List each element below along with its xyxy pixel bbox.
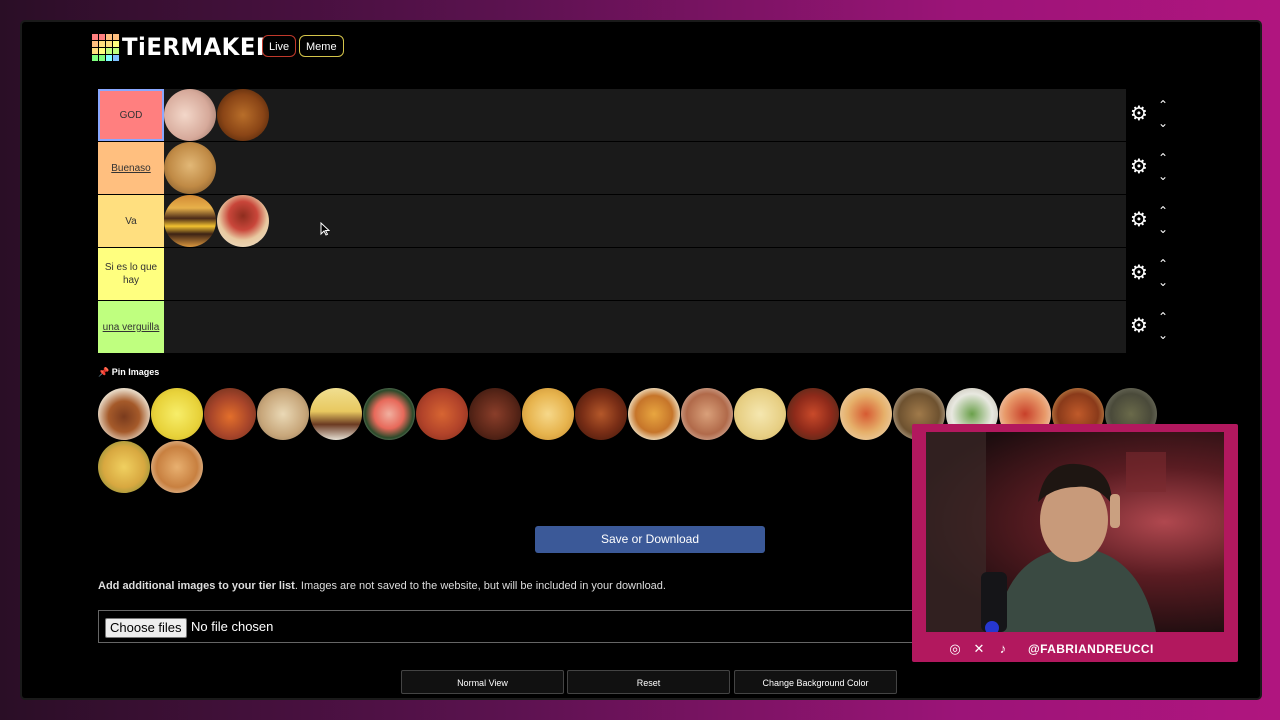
food-item[interactable]	[840, 388, 892, 440]
tier-items-va[interactable]	[164, 195, 270, 247]
chevron-up-icon[interactable]: ⌃	[1158, 311, 1168, 323]
tier-row-god: GOD	[98, 89, 1126, 142]
tier-controls: ⚙ ⌃ ⌄	[1128, 195, 1178, 248]
tier-list: GOD Buenaso Va Si es lo que hay una verg…	[98, 89, 1126, 354]
tier-controls: ⚙ ⌃ ⌄	[1128, 248, 1178, 301]
chevron-down-icon[interactable]: ⌄	[1158, 223, 1168, 235]
streamer-handle: @FABRIANDREUCCI	[1028, 642, 1154, 656]
tier-label-text: Buenaso	[111, 162, 151, 174]
change-background-color-button[interactable]: Change Background Color	[734, 670, 897, 694]
food-item[interactable]	[363, 388, 415, 440]
gear-icon[interactable]: ⚙	[1130, 316, 1150, 336]
mouse-cursor-icon	[320, 222, 330, 236]
tier-row-va: Va	[98, 195, 1126, 248]
logo-text: TiERMAKER	[122, 33, 274, 61]
food-item[interactable]	[204, 388, 256, 440]
pin-images-label: Pin Images	[111, 367, 160, 377]
food-item[interactable]	[416, 388, 468, 440]
food-item[interactable]	[164, 142, 216, 194]
streamer-silhouette	[926, 432, 1166, 632]
food-item[interactable]	[217, 195, 269, 247]
food-item[interactable]	[681, 388, 733, 440]
logo-grid-icon	[92, 33, 119, 61]
food-item[interactable]	[522, 388, 574, 440]
tier-label-god[interactable]: GOD	[98, 89, 164, 141]
food-item[interactable]	[628, 388, 680, 440]
food-item[interactable]	[217, 89, 269, 141]
info-rest: . Images are not saved to the website, b…	[294, 580, 666, 592]
tier-label-si-es-lo-que-hay[interactable]: Si es lo que hay	[98, 248, 164, 300]
chevron-up-icon[interactable]: ⌃	[1158, 99, 1168, 111]
instagram-icon: ◎	[949, 641, 961, 656]
tier-row-buenaso: Buenaso	[98, 142, 1126, 195]
tier-label-va[interactable]: Va	[98, 195, 164, 247]
tier-row-una-verguilla: una verguilla	[98, 301, 1126, 354]
tier-controls: ⚙ ⌃ ⌄	[1128, 301, 1178, 354]
file-upload-field[interactable]: Choose files No file chosen	[98, 610, 918, 643]
tier-label-buenaso[interactable]: Buenaso	[98, 142, 164, 194]
tiermaker-logo[interactable]: TiERMAKER	[92, 33, 282, 61]
food-item[interactable]	[469, 388, 521, 440]
chevron-down-icon[interactable]: ⌄	[1158, 117, 1168, 129]
save-or-download-button[interactable]: Save or Download	[535, 526, 765, 553]
food-item[interactable]	[787, 388, 839, 440]
food-item[interactable]	[151, 388, 203, 440]
food-item[interactable]	[98, 441, 150, 493]
tier-controls: ⚙ ⌃ ⌄	[1128, 142, 1178, 195]
pin-icon: 📌	[98, 367, 110, 377]
chevron-down-icon[interactable]: ⌄	[1158, 170, 1168, 182]
meme-button[interactable]: Meme	[299, 35, 344, 57]
choose-files-button[interactable]: Choose files	[105, 618, 187, 638]
additional-images-info: Add additional images to your tier list.…	[98, 580, 666, 592]
food-item[interactable]	[164, 89, 216, 141]
webcam-video	[926, 432, 1224, 632]
tier-label-una-verguilla[interactable]: una verguilla	[98, 301, 164, 353]
gear-icon[interactable]: ⚙	[1130, 263, 1150, 283]
food-item[interactable]	[575, 388, 627, 440]
food-item[interactable]	[734, 388, 786, 440]
chevron-up-icon[interactable]: ⌃	[1158, 205, 1168, 217]
normal-view-button[interactable]: Normal View	[401, 670, 564, 694]
gear-icon[interactable]: ⚙	[1130, 210, 1150, 230]
tier-items-buenaso[interactable]	[164, 142, 217, 194]
food-item[interactable]	[98, 388, 150, 440]
tier-label-text: una verguilla	[102, 321, 160, 333]
info-bold: Add additional images to your tier list	[98, 580, 295, 592]
webcam-overlay: ◎ ✕ ♪ @FABRIANDREUCCI	[912, 424, 1238, 662]
food-item[interactable]	[151, 441, 203, 493]
food-item[interactable]	[310, 388, 362, 440]
tier-controls: ⚙ ⌃ ⌄	[1128, 89, 1178, 142]
tier-row-si-es-lo-que-hay: Si es lo que hay	[98, 248, 1126, 301]
food-item[interactable]	[164, 195, 216, 247]
food-item[interactable]	[257, 388, 309, 440]
chevron-down-icon[interactable]: ⌄	[1158, 329, 1168, 341]
x-icon: ✕	[973, 641, 985, 656]
tiktok-icon: ♪	[999, 641, 1007, 656]
social-bar: ◎ ✕ ♪ @FABRIANDREUCCI	[948, 641, 1154, 657]
reset-button[interactable]: Reset	[567, 670, 730, 694]
chevron-up-icon[interactable]: ⌃	[1158, 258, 1168, 270]
chevron-up-icon[interactable]: ⌃	[1158, 152, 1168, 164]
tier-items-god[interactable]	[164, 89, 270, 141]
gear-icon[interactable]: ⚙	[1130, 157, 1150, 177]
live-button[interactable]: Live	[262, 35, 297, 57]
gear-icon[interactable]: ⚙	[1130, 104, 1150, 124]
pin-images-toggle[interactable]: 📌 Pin Images	[98, 367, 159, 378]
file-status: No file chosen	[191, 619, 274, 634]
chevron-down-icon[interactable]: ⌄	[1158, 276, 1168, 288]
